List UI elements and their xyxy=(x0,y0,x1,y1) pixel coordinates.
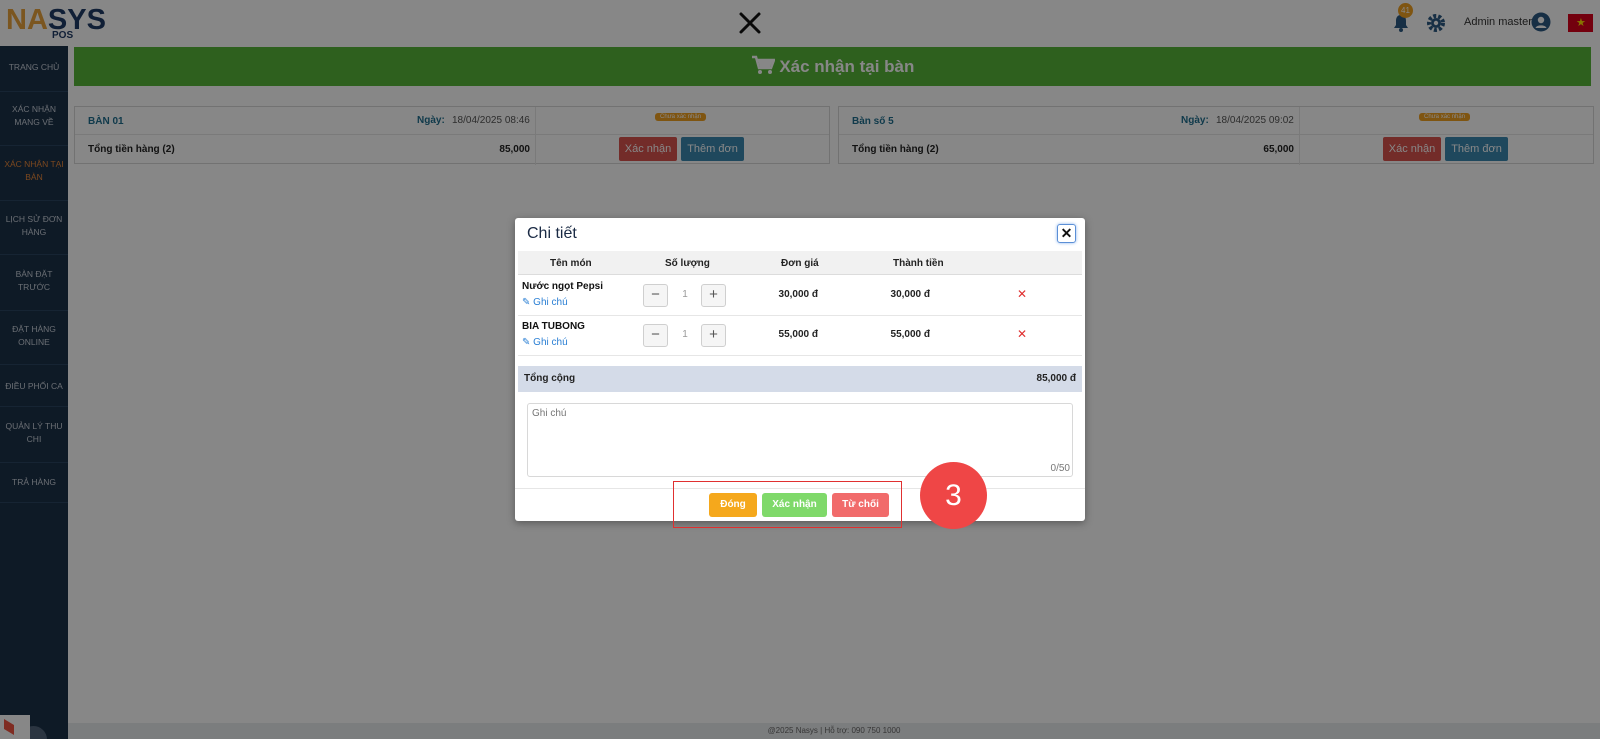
total-label: Tổng cộng xyxy=(524,373,576,384)
unit-price: 55,000 đ xyxy=(778,329,818,340)
table-header: Tên món Số lượng Đơn giá Thành tiền xyxy=(518,251,1082,275)
column-header-amount: Thành tiền xyxy=(893,258,944,269)
column-header-item: Tên món xyxy=(550,258,592,269)
order-detail-modal: Chi tiết ✕ Tên món Số lượng Đơn giá Thàn… xyxy=(515,218,1085,528)
reject-button[interactable]: Từ chối xyxy=(832,493,889,517)
qty-input[interactable]: 1 xyxy=(670,329,700,340)
table-row: Nước ngọt Pepsi ✎ Ghi chú − 1 + 30,000 đ… xyxy=(518,275,1082,316)
line-amount: 55,000 đ xyxy=(890,329,930,340)
qty-minus-button[interactable]: − xyxy=(643,284,668,307)
table-row: BIA TUBONG ✎ Ghi chú − 1 + 55,000 đ 55,0… xyxy=(518,315,1082,356)
accept-button[interactable]: Xác nhận xyxy=(762,493,827,517)
note-textarea[interactable]: Ghi chú 0/50 xyxy=(527,403,1073,477)
qty-minus-button[interactable]: − xyxy=(643,324,668,347)
delete-icon[interactable]: ✕ xyxy=(1017,287,1027,301)
line-amount: 30,000 đ xyxy=(890,289,930,300)
qty-plus-button[interactable]: + xyxy=(701,324,726,347)
close-button[interactable]: Đóng xyxy=(709,493,757,517)
qty-plus-button[interactable]: + xyxy=(701,284,726,307)
note-placeholder: Ghi chú xyxy=(532,408,567,419)
close-icon[interactable]: ✕ xyxy=(1057,224,1076,243)
step-number-badge: 3 xyxy=(920,462,987,529)
item-name: BIA TUBONG xyxy=(522,321,585,332)
column-header-qty: Số lượng xyxy=(665,258,710,269)
column-header-price: Đơn giá xyxy=(781,258,819,269)
item-note-link[interactable]: ✎ Ghi chú xyxy=(522,297,568,308)
total-row: Tổng cộng 85,000 đ xyxy=(518,366,1082,392)
edit-icon: ✎ xyxy=(522,297,531,308)
qty-input[interactable]: 1 xyxy=(670,289,700,300)
delete-icon[interactable]: ✕ xyxy=(1017,327,1027,341)
total-value: 85,000 đ xyxy=(1036,373,1076,384)
modal-title: Chi tiết xyxy=(527,225,577,242)
note-char-counter: 0/50 xyxy=(1050,463,1070,474)
item-note-label: Ghi chú xyxy=(533,297,568,308)
item-note-label: Ghi chú xyxy=(533,337,568,348)
item-note-link[interactable]: ✎ Ghi chú xyxy=(522,337,568,348)
edit-icon: ✎ xyxy=(522,337,531,348)
unit-price: 30,000 đ xyxy=(778,289,818,300)
item-name: Nước ngọt Pepsi xyxy=(522,281,604,292)
